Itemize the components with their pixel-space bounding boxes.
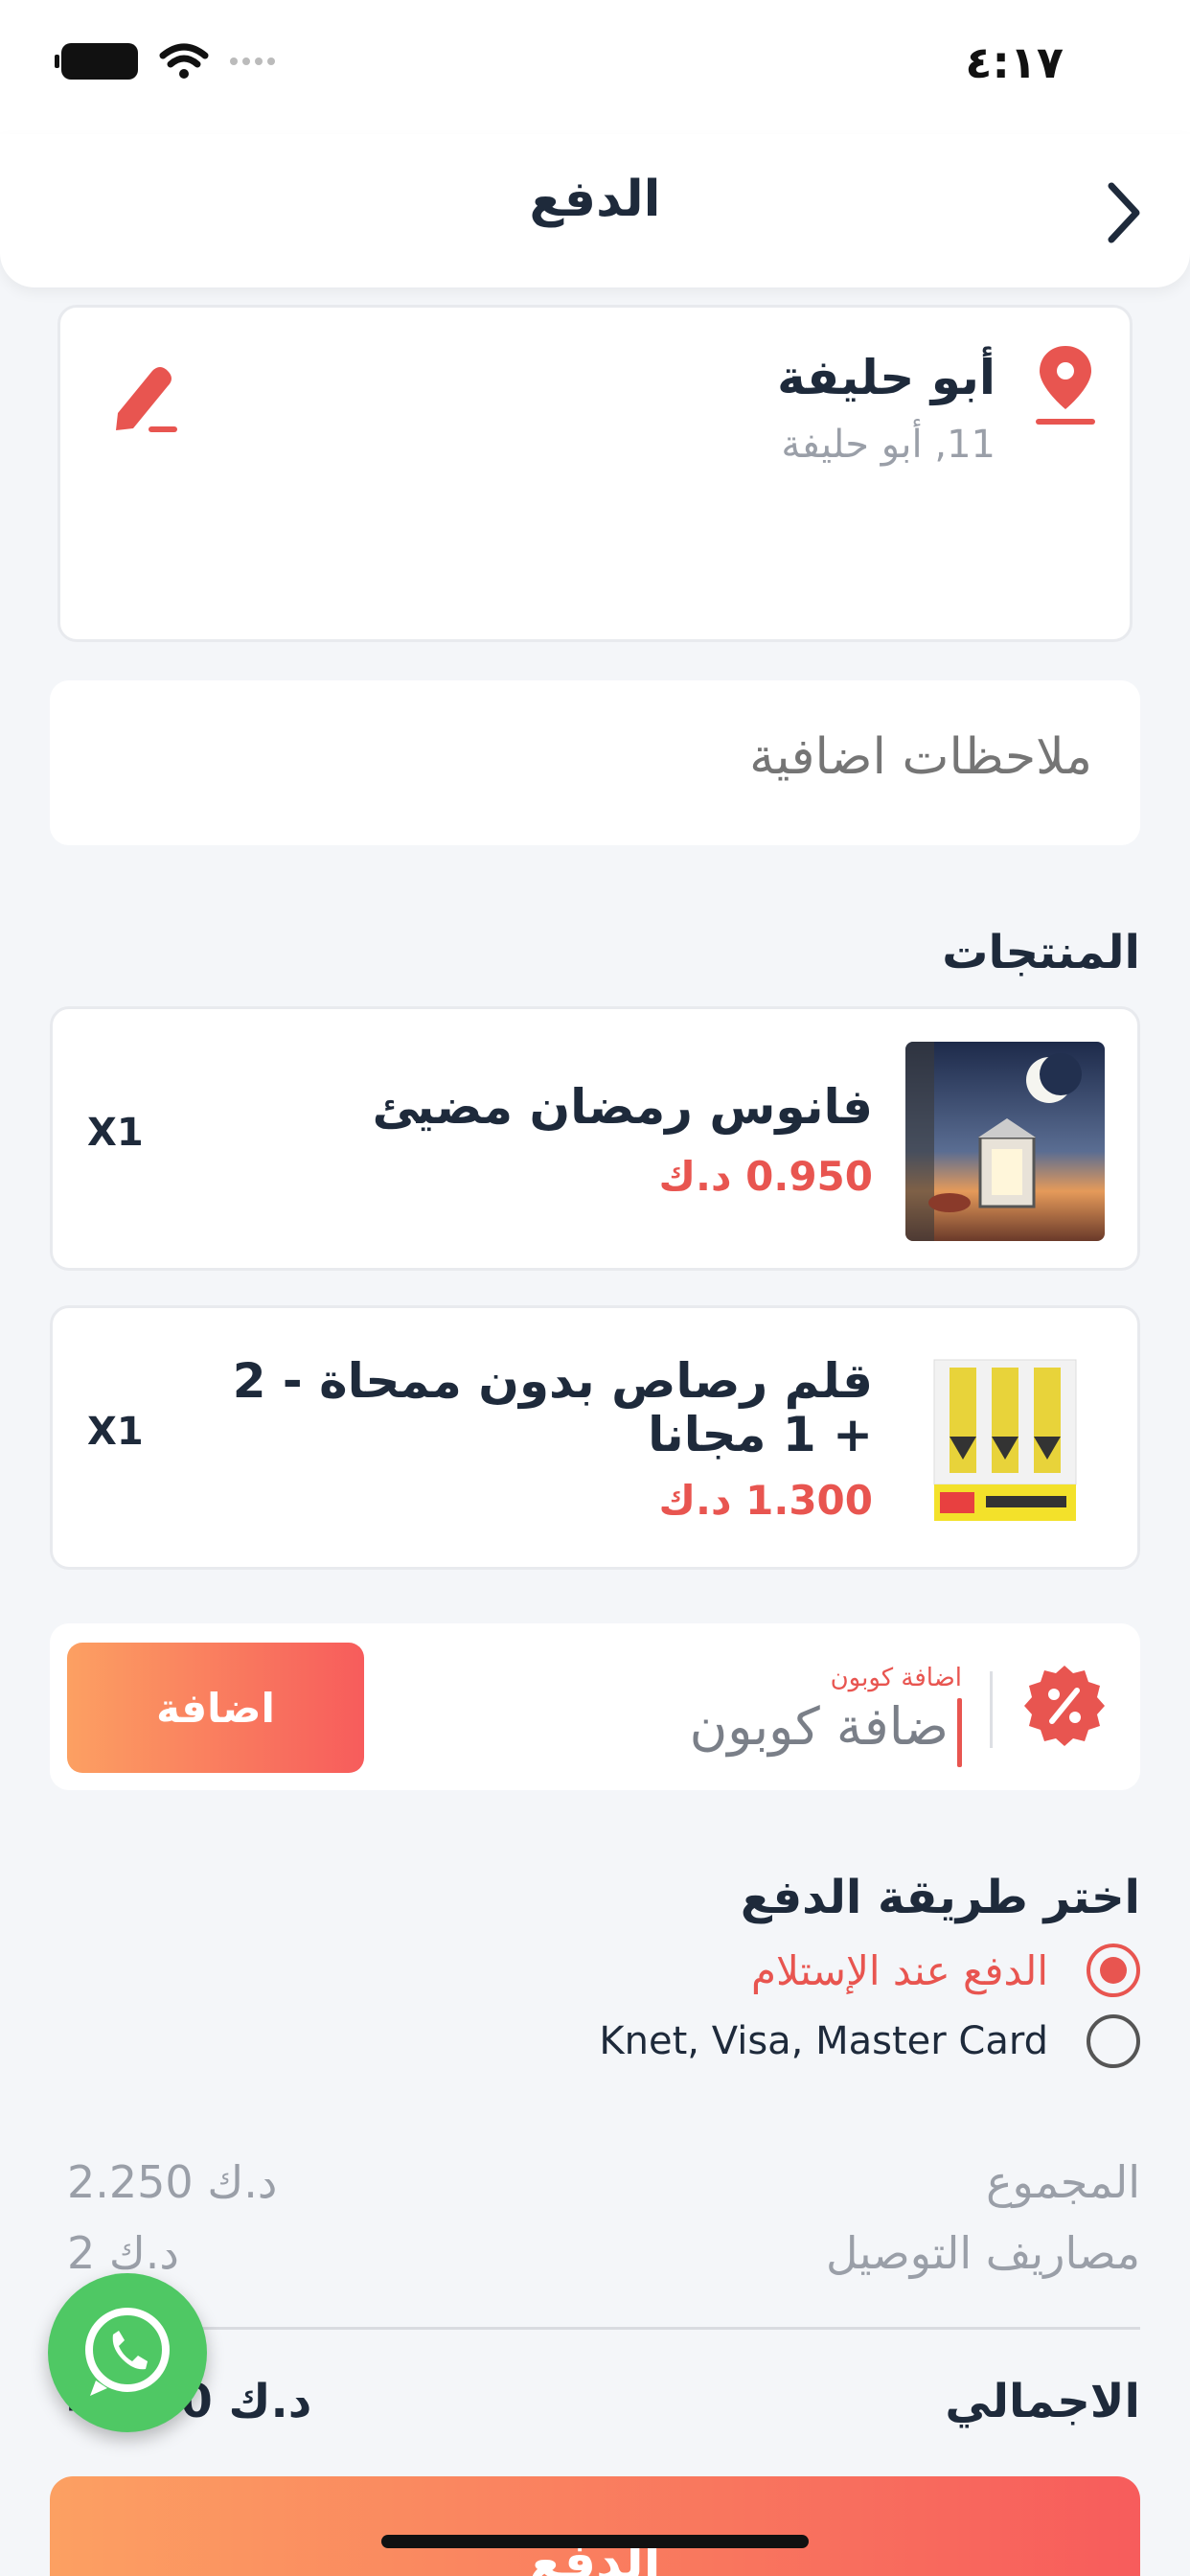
pay-button[interactable]: الدفع bbox=[50, 2476, 1140, 2576]
radio-unselected[interactable] bbox=[1087, 2014, 1140, 2068]
coupon-label: اضافة كوبون bbox=[830, 1664, 962, 1692]
battery-icon bbox=[55, 43, 138, 80]
status-bar: ٤:١٧ bbox=[0, 0, 1190, 134]
payment-option-label: Knet, Visa, Master Card bbox=[599, 2019, 1048, 2063]
page-title: الدفع bbox=[529, 171, 661, 228]
product-image-lantern bbox=[905, 1042, 1105, 1241]
summary-divider bbox=[67, 2327, 1140, 2330]
payment-option-card[interactable]: Knet, Visa, Master Card bbox=[599, 2014, 1140, 2068]
status-time: ٤:١٧ bbox=[965, 36, 1064, 88]
apply-coupon-button[interactable]: اضافة bbox=[67, 1643, 364, 1773]
product-price: 1.300 د.ك bbox=[658, 1477, 873, 1524]
product-image-pencils bbox=[905, 1341, 1105, 1540]
subtotal-value: 2.250 د.ك bbox=[67, 2156, 278, 2208]
whatsapp-button[interactable] bbox=[48, 2273, 207, 2432]
product-quantity: X1 bbox=[87, 1111, 144, 1155]
address-details: 11, أبو حليفة bbox=[781, 423, 995, 467]
edit-pencil-icon[interactable] bbox=[110, 357, 179, 434]
coupon-input[interactable]: ضافة كوبون bbox=[690, 1696, 949, 1757]
location-pin-icon bbox=[1036, 346, 1095, 425]
header: الدفع bbox=[0, 134, 1190, 288]
subtotal-row: 2.250 د.ك المجموع bbox=[67, 2156, 1140, 2208]
signal-icon bbox=[230, 58, 275, 65]
payment-option-label: الدفع عند الإستلام bbox=[751, 1946, 1048, 1994]
home-indicator bbox=[381, 2535, 809, 2548]
status-icons bbox=[55, 42, 275, 80]
discount-badge-icon bbox=[1024, 1666, 1105, 1746]
whatsapp-icon bbox=[85, 2308, 170, 2396]
total-row: 4.250 د.ك الاجمالي bbox=[67, 2375, 1140, 2428]
subtotal-label: المجموع bbox=[986, 2156, 1140, 2208]
product-card[interactable]: فانوس رمضان مضيئ 0.950 د.ك X1 bbox=[50, 1006, 1140, 1271]
product-name: فانوس رمضان مضيئ bbox=[372, 1079, 873, 1135]
address-card[interactable]: أبو حليفة 11, أبو حليفة bbox=[57, 305, 1133, 642]
total-label: الاجمالي bbox=[945, 2375, 1140, 2428]
coupon-card: اضافة اضافة كوبون ضافة كوبون bbox=[50, 1623, 1140, 1790]
products-section-title: المنتجات bbox=[942, 926, 1140, 979]
product-quantity: X1 bbox=[87, 1410, 144, 1454]
product-price: 0.950 د.ك bbox=[658, 1153, 873, 1200]
address-name: أبو حليفة bbox=[777, 350, 995, 405]
delivery-label: مصاريف التوصيل bbox=[825, 2227, 1140, 2279]
radio-selected[interactable] bbox=[1087, 1944, 1140, 1997]
product-name: قلم رصاص بدون ممحاة - 2 + 1 مجانا bbox=[232, 1353, 873, 1462]
wifi-icon bbox=[159, 43, 209, 79]
notes-card bbox=[50, 680, 1140, 845]
back-chevron-icon[interactable] bbox=[1094, 174, 1152, 251]
product-card[interactable]: قلم رصاص بدون ممحاة - 2 + 1 مجانا 1.300 … bbox=[50, 1305, 1140, 1570]
payment-method-title: اختر طريقة الدفع bbox=[740, 1871, 1140, 1924]
text-caret bbox=[957, 1698, 962, 1767]
payment-option-cash[interactable]: الدفع عند الإستلام bbox=[751, 1944, 1140, 1997]
delivery-value: 2 د.ك bbox=[67, 2227, 179, 2279]
delivery-row: 2 د.ك مصاريف التوصيل bbox=[67, 2227, 1140, 2279]
coupon-divider bbox=[990, 1671, 993, 1748]
notes-input[interactable] bbox=[134, 728, 1092, 786]
